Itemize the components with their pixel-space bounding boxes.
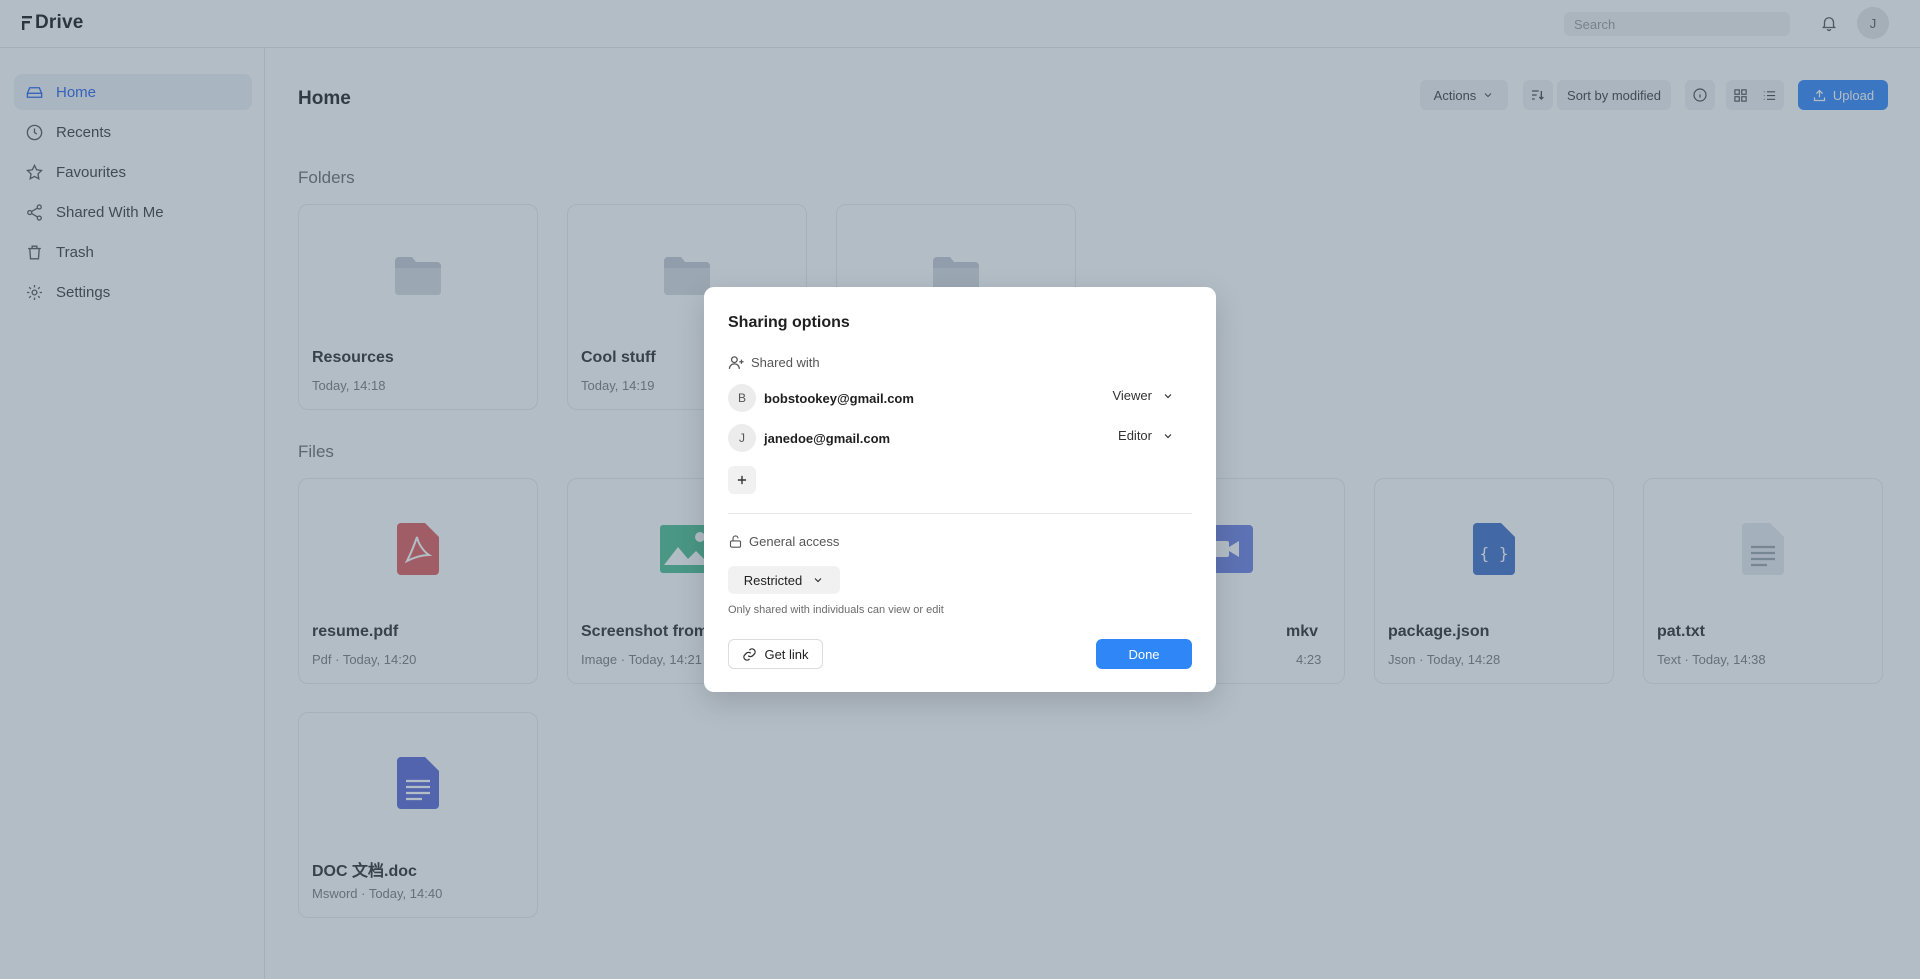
general-access-heading: General access: [728, 534, 839, 549]
get-link-label: Get link: [764, 646, 809, 662]
general-access-label: General access: [749, 534, 840, 549]
role-value: Editor: [1118, 428, 1152, 443]
dialog-title: Sharing options: [728, 314, 850, 331]
plus-icon: [735, 473, 749, 487]
link-icon: [742, 647, 757, 662]
access-description: Only shared with individuals can view or…: [728, 604, 944, 616]
access-level-value: Restricted: [743, 572, 803, 588]
chevron-down-icon: [1162, 390, 1174, 402]
avatar: B: [728, 384, 756, 412]
share-entry: B bobstookey@gmail.com Viewer: [728, 383, 1194, 413]
role-value: Viewer: [1112, 388, 1152, 403]
role-dropdown[interactable]: Editor: [1118, 428, 1174, 443]
share-entry: J janedoe@gmail.com Editor: [728, 423, 1194, 453]
divider: [728, 513, 1192, 514]
get-link-button[interactable]: Get link: [728, 639, 823, 669]
user-plus-icon: [728, 354, 745, 371]
chevron-down-icon: [1162, 430, 1174, 442]
shared-with-heading: Shared with: [728, 354, 820, 371]
sharing-dialog: Sharing options Shared with B bobstookey…: [704, 287, 1216, 692]
access-level-dropdown[interactable]: Restricted: [728, 566, 840, 594]
done-button[interactable]: Done: [1096, 639, 1192, 669]
add-person-button[interactable]: [728, 466, 756, 494]
lock-icon: [728, 534, 743, 549]
avatar: J: [728, 424, 756, 452]
share-email: bobstookey@gmail.com: [764, 390, 914, 406]
role-dropdown[interactable]: Viewer: [1112, 388, 1174, 403]
shared-with-label: Shared with: [751, 355, 820, 370]
share-email: janedoe@gmail.com: [764, 430, 891, 446]
chevron-down-icon: [812, 574, 824, 586]
